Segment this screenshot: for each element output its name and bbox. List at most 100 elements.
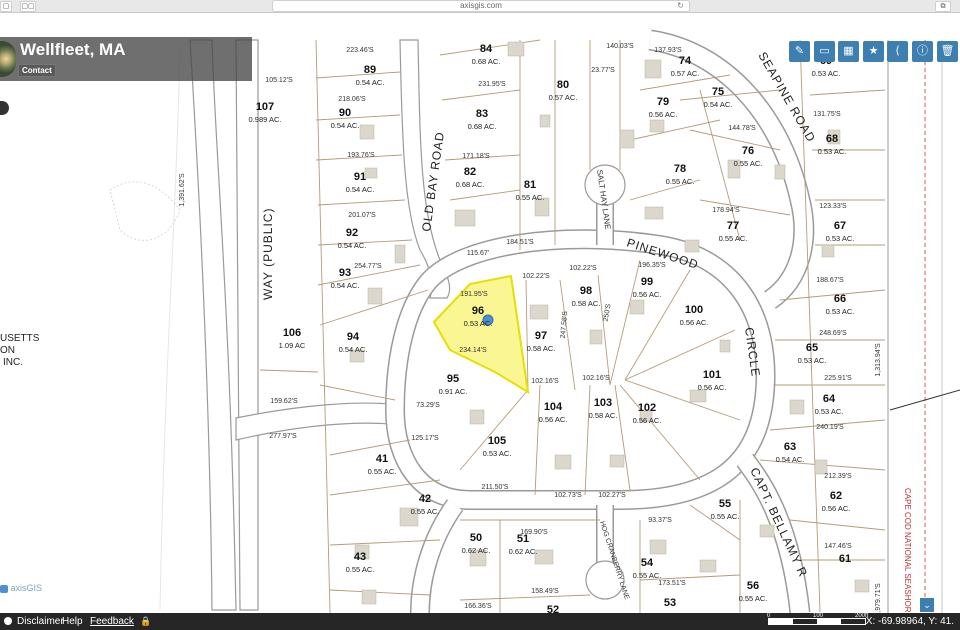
lot-area-99: 0.56 AC.: [633, 290, 662, 299]
lot-number-74[interactable]: 74: [679, 55, 692, 67]
lot-number-80[interactable]: 80: [557, 79, 569, 91]
lot-area-95: 0.91 AC.: [439, 387, 468, 396]
lot-number-102[interactable]: 102: [638, 402, 656, 414]
info-icon[interactable]: ⓘ: [912, 41, 933, 62]
lot-number-68[interactable]: 68: [826, 133, 838, 145]
dimension-label: 1,979.71'S: [875, 583, 882, 613]
lot-number-63[interactable]: 63: [784, 441, 796, 453]
dimension-label: 277.97'S: [269, 433, 297, 440]
lot-area-107: 0.989 AC.: [249, 115, 282, 124]
lot-number-106[interactable]: 106: [283, 327, 301, 339]
lot-number-101[interactable]: 101: [703, 369, 721, 381]
dimension-label: 250'S: [603, 303, 613, 322]
lot-number-55[interactable]: 55: [719, 498, 731, 510]
lot-number-96[interactable]: 96: [472, 305, 484, 317]
reload-icon[interactable]: ↻: [677, 1, 684, 11]
lot-number-67[interactable]: 67: [834, 220, 846, 232]
lot-number-107[interactable]: 107: [256, 101, 274, 113]
road-label-seashore: CAPE COD NATIONAL SEASHORE: [903, 488, 912, 613]
help-link[interactable]: Help: [62, 613, 83, 630]
lot-number-91[interactable]: 91: [354, 171, 366, 183]
grid-icon[interactable]: ▦: [838, 41, 859, 62]
lot-number-54[interactable]: 54: [641, 557, 654, 569]
lot-number-89[interactable]: 89: [364, 64, 376, 76]
lot-number-94[interactable]: 94: [347, 331, 360, 343]
app-header: Wellfleet, MA Contact: [0, 37, 252, 81]
dimension-label: 147.46'S: [824, 543, 852, 550]
lot-number-53[interactable]: 53: [664, 597, 676, 609]
lot-number-50[interactable]: 50: [470, 532, 482, 544]
chevron-down-icon[interactable]: ⌄: [920, 598, 934, 612]
lot-number-64[interactable]: 64: [823, 393, 836, 405]
sidebar-button[interactable]: ▢: [0, 1, 12, 12]
map-canvas[interactable]: OLD BAY ROAD WAY (PUBLIC) PINEWOOD SEAPI…: [0, 13, 960, 613]
window-button[interactable]: ⧉: [935, 1, 951, 12]
disclaimer-icon: [4, 617, 12, 625]
lot-number-100[interactable]: 100: [685, 304, 703, 316]
lot-number-84[interactable]: 84: [480, 43, 493, 55]
lot-number-103[interactable]: 103: [594, 397, 612, 409]
lot-number-77[interactable]: 77: [727, 220, 739, 232]
dimension-label: 178.94'S: [712, 207, 740, 214]
lot-area-75: 0.54 AC.: [704, 100, 733, 109]
lot-number-43[interactable]: 43: [354, 551, 366, 563]
lot-number-104[interactable]: 104: [544, 401, 563, 413]
dimension-label: 196.35'S: [638, 262, 666, 269]
disclaimer-link[interactable]: Disclaimer: [17, 613, 64, 630]
feedback-link[interactable]: Feedback: [90, 613, 134, 630]
lot-area-55: 0.55 AC.: [711, 512, 740, 521]
lot-area-78: 0.55 AC.: [666, 177, 695, 186]
lot-number-65[interactable]: 65: [806, 342, 818, 354]
dimension-label: 211.50'S: [482, 484, 509, 491]
contact-button[interactable]: Contact: [18, 64, 56, 77]
lot-number-82[interactable]: 82: [464, 166, 476, 178]
address-bar[interactable]: axisgis.com ↻: [272, 0, 690, 12]
lot-number-78[interactable]: 78: [674, 163, 686, 175]
lot-number-61[interactable]: 61: [839, 553, 851, 565]
lot-number-99[interactable]: 99: [641, 276, 653, 288]
trash-icon[interactable]: 🗑: [937, 41, 958, 62]
lot-number-92[interactable]: 92: [346, 227, 358, 239]
lot-number-98[interactable]: 98: [580, 285, 592, 297]
dimension-label: 93.37'S: [648, 517, 672, 524]
tabs-button[interactable]: ▢▢: [20, 1, 36, 12]
lot-number-66[interactable]: 66: [834, 293, 846, 305]
dimension-label: 125.17'S: [411, 435, 439, 442]
lot-number-42[interactable]: 42: [419, 493, 431, 505]
share-icon[interactable]: ⟨: [887, 41, 908, 62]
dimension-label: 254.77'S: [354, 263, 382, 270]
lot-number-83[interactable]: 83: [476, 108, 488, 120]
dimension-label: 102.16'S: [531, 378, 559, 385]
lot-number-93[interactable]: 93: [339, 267, 351, 279]
lot-number-95[interactable]: 95: [447, 373, 459, 385]
lot-number-97[interactable]: 97: [535, 330, 547, 342]
lot-number-81[interactable]: 81: [524, 179, 536, 191]
edit-icon[interactable]: ✎: [789, 41, 810, 62]
lot-number-79[interactable]: 79: [657, 96, 669, 108]
road-way-public: [235, 39, 259, 611]
dimension-label: 218.06'S: [338, 96, 366, 103]
axisgis-logo-text: axisGIS: [10, 583, 43, 593]
lot-number-41[interactable]: 41: [376, 453, 388, 465]
lot-number-75[interactable]: 75: [712, 86, 724, 98]
dimension-label: 1,313.94'S: [875, 343, 882, 377]
star-icon[interactable]: ★: [863, 41, 884, 62]
dimension-label: 102.22'S: [522, 273, 550, 280]
dimension-label: 159.62'S: [270, 398, 298, 405]
dimension-label: 240.19'S: [816, 424, 844, 431]
lot-number-105[interactable]: 105: [488, 435, 506, 447]
lot-number-56[interactable]: 56: [747, 580, 759, 592]
lot-number-76[interactable]: 76: [742, 145, 754, 157]
dimension-label: 201.07'S: [348, 212, 376, 219]
lot-area-106: 1.09 AC: [279, 341, 306, 350]
browser-toolbar: ▢ ▢▢ axisgis.com ↻ ⧉: [0, 0, 960, 13]
coordinate-readout: X: -69.98964, Y: 41.: [865, 616, 954, 627]
layers-icon[interactable]: ▭: [814, 41, 835, 62]
lot-area-82: 0.68 AC.: [456, 180, 485, 189]
lot-number-52[interactable]: 52: [547, 604, 559, 613]
lot-number-62[interactable]: 62: [830, 490, 842, 502]
parcel-map[interactable]: OLD BAY ROAD WAY (PUBLIC) PINEWOOD SEAPI…: [0, 13, 960, 613]
lot-area-51: 0.62 AC.: [509, 547, 538, 556]
dimension-label: 144.78'S: [728, 125, 756, 132]
lot-number-90[interactable]: 90: [339, 107, 351, 119]
